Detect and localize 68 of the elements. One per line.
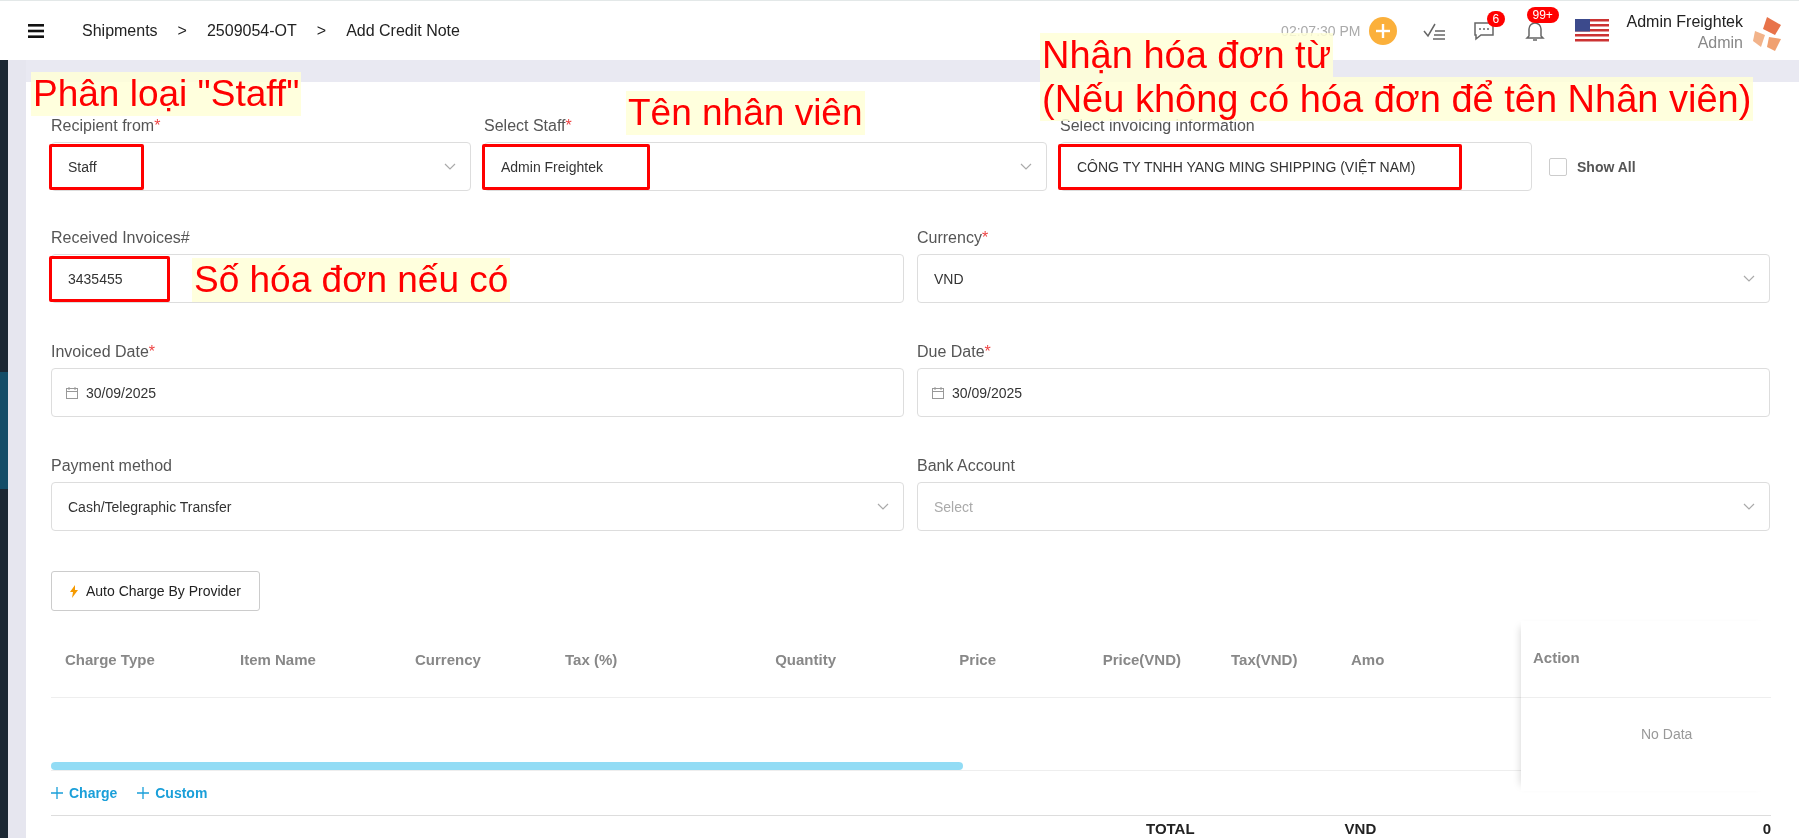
field-label: Payment method (51, 457, 173, 475)
field-label: Due Date* (917, 343, 992, 361)
select-field[interactable]: Cash/Telegraphic Transfer (51, 482, 904, 531)
user-name: Admin Freightek (1626, 13, 1743, 31)
annotation-callout: Tên nhân viên (626, 91, 865, 135)
notification-badge: 99+ (1526, 6, 1559, 23)
input-field[interactable]: CÔNG TY TNHH YANG MING SHIPPING (VIỆT NAM) (1060, 142, 1532, 191)
column-header: Price (958, 650, 997, 668)
column-header: Tax (%) (564, 650, 619, 668)
checklist-icon[interactable] (1422, 21, 1447, 40)
field-placeholder: Select (933, 497, 974, 517)
field-label: Select Staff* (484, 117, 573, 135)
annotation-callout: Số hóa đơn nếu có (192, 258, 511, 302)
total-amount: 0 (1762, 820, 1771, 838)
date-field[interactable]: 30/09/2025 (51, 368, 904, 417)
column-header: Amo (1350, 650, 1386, 668)
field-label: Received Invoices# (51, 229, 191, 247)
highlight-box: Staff (49, 143, 144, 190)
chevron-down-icon (444, 163, 456, 170)
breadcrumb-item[interactable]: Shipments (82, 21, 158, 40)
highlight-box: 3435455 (49, 255, 170, 302)
menu-icon[interactable] (28, 23, 44, 38)
notification-badge: 6 (1486, 10, 1506, 27)
total-label: TOTAL (1146, 820, 1195, 838)
chevron-down-icon (1743, 275, 1755, 282)
annotation-callout: Phân loại "Staff" (31, 72, 302, 116)
breadcrumb-separator: > (316, 21, 327, 40)
select-field[interactable]: VND (917, 254, 1770, 303)
checkbox[interactable] (1549, 157, 1567, 176)
plus-icon (51, 787, 63, 799)
field-value: Cash/Telegraphic Transfer (67, 497, 233, 517)
column-header: Item Name (239, 650, 317, 668)
field-label: Recipient from* (51, 117, 162, 135)
empty-text: No Data (1641, 726, 1694, 742)
plus-icon (137, 787, 150, 799)
calendar-icon (66, 386, 78, 399)
field-label: Currency* (917, 229, 990, 247)
calendar-icon (932, 386, 944, 399)
field-value: VND (933, 269, 965, 289)
field-value: 30/09/2025 (951, 383, 1024, 403)
breadcrumb-separator: > (177, 21, 187, 40)
chevron-down-icon (1743, 503, 1755, 510)
select-field[interactable]: Admin Freightek (484, 142, 1047, 191)
checkbox-label[interactable]: Show All (1577, 158, 1636, 175)
column-header: Tax(VND) (1230, 650, 1299, 668)
lightning-icon (70, 584, 78, 598)
column-header: Action (1521, 621, 1771, 698)
total-currency: VND (1344, 820, 1377, 838)
auto-charge-button[interactable]: Auto Charge By Provider (51, 571, 260, 611)
chat-icon[interactable] (1472, 20, 1495, 41)
breadcrumb-item: Add Credit Note (346, 21, 460, 40)
field-value: 30/09/2025 (85, 383, 158, 403)
chevron-down-icon (1020, 163, 1032, 170)
highlight-box: Admin Freightek (482, 143, 650, 190)
chevron-down-icon (877, 503, 889, 510)
column-header: Quantity (774, 650, 837, 668)
breadcrumb-item[interactable]: 2509054-OT (206, 21, 297, 40)
highlight-box: CÔNG TY TNHH YANG MING SHIPPING (VIỆT NAM) (1058, 143, 1463, 190)
scrollbar-thumb[interactable] (51, 762, 963, 770)
column-header: Price(VND) (1101, 650, 1182, 668)
date-field[interactable]: 30/09/2025 (917, 368, 1770, 417)
column-header: Charge Type (64, 650, 156, 668)
field-label: Bank Account (917, 457, 1016, 475)
select-field[interactable]: Staff (51, 142, 471, 191)
user-role: Admin (1697, 34, 1743, 52)
column-header: Currency (414, 650, 482, 668)
flag-icon[interactable] (1574, 18, 1609, 43)
field-label: Invoiced Date* (51, 343, 157, 361)
